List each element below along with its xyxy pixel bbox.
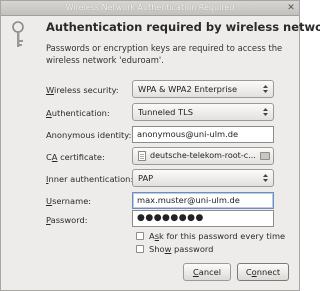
ask-every-time-label[interactable]: Ask for this password every time (149, 231, 285, 241)
folder-icon (260, 152, 270, 160)
title-bar[interactable]: Wireless Network Authentication Required… (1, 1, 299, 16)
wireless-security-label: Wireless security: (46, 85, 119, 95)
wireless-security-select[interactable]: WPA & WPA2 Enterprise (132, 80, 274, 98)
ca-certificate-file-button[interactable]: deutsche-telekom-root-c... (132, 147, 274, 165)
window-title: Wireless Network Authentication Required (65, 3, 235, 12)
password-input[interactable]: ●●●●●●●● (132, 210, 274, 227)
anonymous-identity-label: Anonymous identity: (46, 130, 132, 140)
connect-button[interactable]: Connect (237, 263, 289, 281)
wireless-security-value: WPA & WPA2 Enterprise (138, 84, 238, 94)
show-password-checkbox[interactable] (136, 245, 144, 253)
inner-authentication-label: Inner authentication: (46, 174, 134, 184)
authentication-value: Tunneled TLS (138, 107, 193, 117)
close-icon[interactable]: ✕ (286, 3, 296, 13)
dialog-heading: Authentication required by wireless netw… (46, 20, 320, 34)
dialog-description: Passwords or encryption keys are require… (46, 43, 283, 65)
auth-dialog: Wireless Network Authentication Required… (0, 0, 320, 291)
cancel-button[interactable]: Cancel (183, 263, 231, 281)
select-arrows-icon (263, 85, 268, 93)
username-label: Username: (46, 196, 92, 206)
lock-key-icon (12, 21, 24, 47)
select-arrows-icon (263, 174, 268, 182)
inner-authentication-value: PAP (138, 173, 154, 183)
username-input[interactable]: max.muster@uni-ulm.de (132, 192, 274, 209)
authentication-select[interactable]: Tunneled TLS (132, 103, 274, 121)
inner-authentication-select[interactable]: PAP (132, 169, 274, 187)
ask-every-time-checkbox[interactable] (136, 232, 144, 240)
password-label: Password: (46, 215, 88, 225)
authentication-label: Authentication: (46, 108, 110, 118)
ca-certificate-value: deutsche-telekom-root-c... (150, 151, 256, 160)
file-icon (138, 151, 146, 161)
show-password-label[interactable]: Show password (149, 244, 213, 254)
anonymous-identity-input[interactable]: anonymous@uni-ulm.de (132, 126, 274, 143)
ca-certificate-label: CA certificate: (46, 152, 105, 162)
select-arrows-icon (263, 108, 268, 116)
